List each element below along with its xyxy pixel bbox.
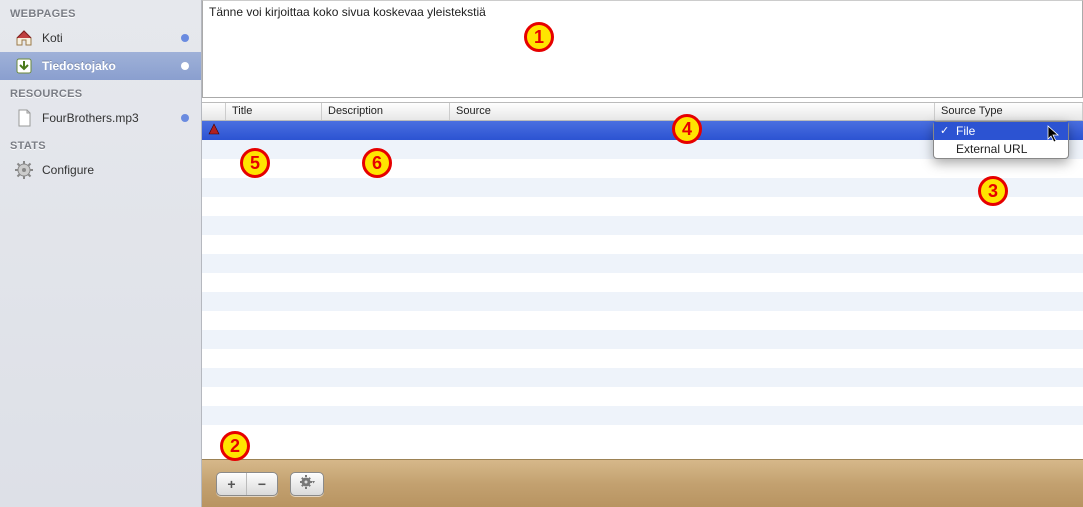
table-row[interactable]	[202, 406, 1083, 425]
remove-button[interactable]: −	[247, 473, 277, 495]
table-row[interactable]	[202, 349, 1083, 368]
table-header-source[interactable]: Source	[450, 103, 935, 120]
dropdown-option-label: External URL	[956, 142, 1027, 156]
source-type-dropdown[interactable]: ✓ File External URL	[933, 121, 1069, 159]
page-description-textarea[interactable]: Tänne voi kirjoittaa koko sivua koskevaa…	[202, 0, 1083, 98]
table-row[interactable]	[202, 235, 1083, 254]
table-row[interactable]	[202, 216, 1083, 235]
warning-icon	[208, 123, 220, 138]
table-row[interactable]	[202, 254, 1083, 273]
sidebar-heading-webpages: WEBPAGES	[0, 0, 201, 24]
table-header-title[interactable]: Title	[226, 103, 322, 120]
checkmark-icon: ✓	[940, 124, 949, 137]
sidebar-item-label: Configure	[42, 163, 94, 177]
status-dot-icon	[181, 114, 189, 122]
status-dot-icon	[181, 62, 189, 70]
status-dot-icon	[181, 34, 189, 42]
bottom-toolbar: + −	[202, 459, 1083, 507]
main-area: Tänne voi kirjoittaa koko sivua koskevaa…	[202, 0, 1083, 507]
page-description-text: Tänne voi kirjoittaa koko sivua koskevaa…	[209, 5, 486, 19]
sidebar-heading-stats: STATS	[0, 132, 201, 156]
table-row[interactable]	[202, 292, 1083, 311]
sidebar: WEBPAGES Koti Tiedostojako RESOURCES Fou…	[0, 0, 202, 507]
table-header-status[interactable]	[202, 103, 226, 120]
minus-icon: −	[258, 477, 266, 491]
table-row[interactable]	[202, 311, 1083, 330]
table-row[interactable]	[202, 178, 1083, 197]
file-icon	[14, 108, 34, 128]
table-row[interactable]	[202, 368, 1083, 387]
add-remove-buttonset: + −	[216, 472, 278, 496]
sidebar-item-label: Tiedostojako	[42, 59, 116, 73]
home-icon	[14, 28, 34, 48]
table-row[interactable]	[202, 197, 1083, 216]
sidebar-item-label: Koti	[42, 31, 63, 45]
row-status-cell	[202, 123, 226, 138]
sidebar-item-label: FourBrothers.mp3	[42, 111, 139, 125]
table-row[interactable]	[202, 273, 1083, 292]
table-row[interactable]	[202, 425, 1083, 444]
sidebar-item-fourbrothers[interactable]: FourBrothers.mp3	[0, 104, 201, 132]
file-table: Title Description Source Source Type	[202, 102, 1083, 459]
sidebar-item-configure[interactable]: Configure	[0, 156, 201, 184]
app-window: WEBPAGES Koti Tiedostojako RESOURCES Fou…	[0, 0, 1083, 507]
gear-icon	[299, 474, 315, 493]
dropdown-option-label: File	[956, 124, 975, 138]
sidebar-item-koti[interactable]: Koti	[0, 24, 201, 52]
download-icon	[14, 56, 34, 76]
action-menu-button[interactable]	[290, 472, 324, 496]
add-button[interactable]: +	[217, 473, 247, 495]
plus-icon: +	[227, 477, 235, 491]
table-row[interactable]	[202, 159, 1083, 178]
gear-icon	[14, 160, 34, 180]
table-header-source-type[interactable]: Source Type	[935, 103, 1083, 120]
table-row[interactable]	[202, 330, 1083, 349]
sidebar-heading-resources: RESOURCES	[0, 80, 201, 104]
table-header: Title Description Source Source Type	[202, 103, 1083, 121]
dropdown-option-external-url[interactable]: External URL	[934, 140, 1068, 158]
table-header-description[interactable]: Description	[322, 103, 450, 120]
sidebar-item-tiedostojako[interactable]: Tiedostojako	[0, 52, 201, 80]
table-body	[202, 121, 1083, 459]
dropdown-option-file[interactable]: ✓ File	[934, 122, 1068, 140]
table-row[interactable]	[202, 387, 1083, 406]
